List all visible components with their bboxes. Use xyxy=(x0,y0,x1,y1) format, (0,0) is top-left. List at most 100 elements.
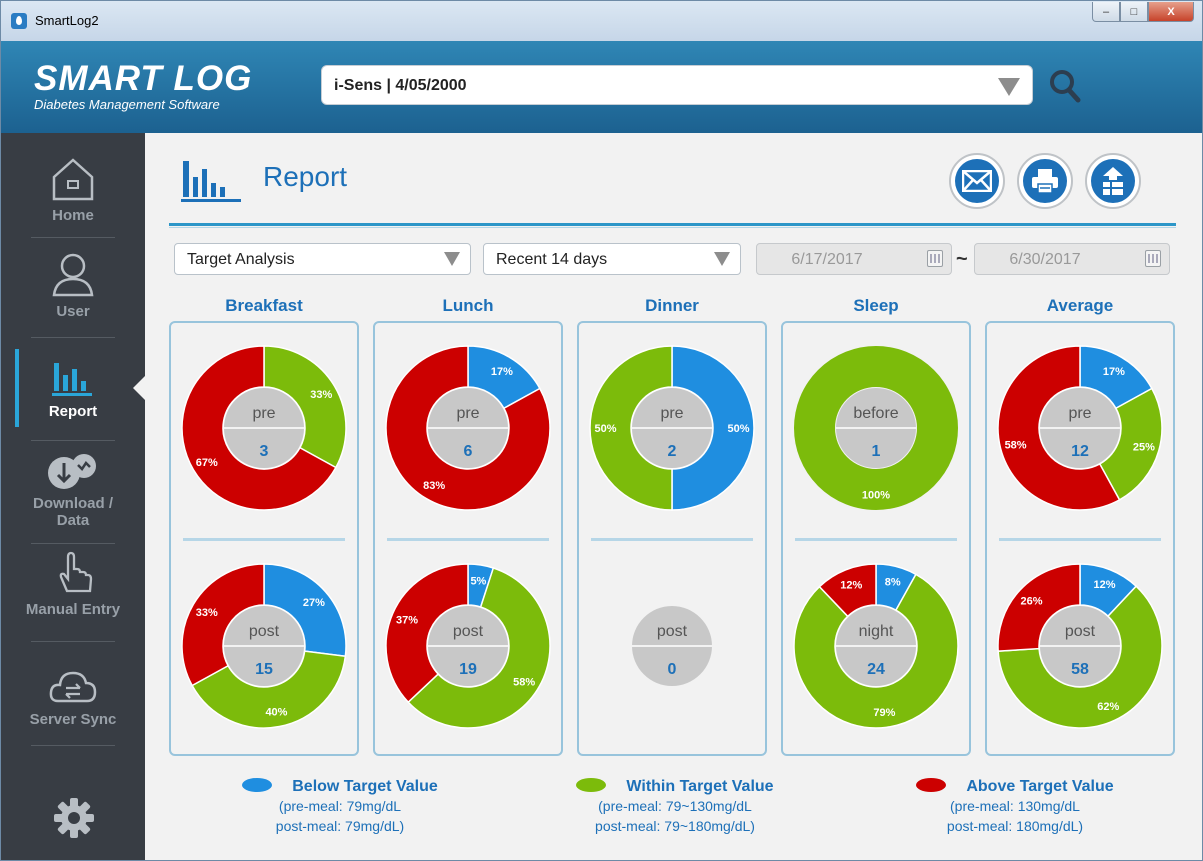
donut-chart[interactable]: 5% 58% 37% post 19 xyxy=(385,563,551,729)
app-logo-subtitle: Diabetes Management Software xyxy=(34,97,220,112)
donut-center-count: 24 xyxy=(867,661,885,678)
panel-divider xyxy=(999,538,1161,541)
panel-divider xyxy=(183,538,345,541)
donut-center-count: 58 xyxy=(1071,661,1089,678)
settings-gear-icon[interactable] xyxy=(53,797,95,839)
donut-chart[interactable]: 33% 67% pre 3 xyxy=(181,345,347,511)
donut-center-count: 19 xyxy=(459,661,477,678)
column-header-sleep: Sleep xyxy=(853,296,899,315)
donut-percent-label: 58% xyxy=(1005,440,1027,452)
export-button[interactable] xyxy=(1085,153,1141,209)
minimize-button[interactable]: – xyxy=(1092,2,1120,22)
donut-percent-label: 50% xyxy=(594,423,616,435)
sidebar: Home User Report Download / Data Manual … xyxy=(1,133,145,860)
window-title: SmartLog2 xyxy=(35,13,99,28)
close-button[interactable]: X xyxy=(1148,2,1194,22)
panel-dinner: 50% 50% pre 2 post 0 xyxy=(577,321,767,756)
donut-center-label: before xyxy=(853,405,898,422)
end-date-field[interactable]: 6/30/2017 xyxy=(974,243,1170,275)
report-icon xyxy=(52,363,92,396)
donut-chart[interactable]: 50% 50% pre 2 xyxy=(589,345,755,511)
sidebar-item-label: User xyxy=(56,303,90,320)
title-divider xyxy=(169,223,1176,226)
donut-percent-label: 50% xyxy=(727,423,749,435)
start-date-field[interactable]: 6/17/2017 xyxy=(756,243,952,275)
donut-percent-label: 67% xyxy=(196,457,218,469)
panel-lunch: 17% 83% pre 6 5% 58% 37% post 19 xyxy=(373,321,563,756)
period-select[interactable]: Recent 14 days xyxy=(483,243,741,275)
legend-swatch xyxy=(576,778,607,792)
email-button[interactable] xyxy=(949,153,1005,209)
sidebar-item-label: Report xyxy=(48,403,98,420)
calendar-icon[interactable] xyxy=(927,250,943,267)
sidebar-item-user[interactable]: User xyxy=(1,251,145,320)
chevron-down-icon[interactable] xyxy=(998,78,1020,96)
maximize-button[interactable]: □ xyxy=(1120,2,1148,22)
donut-center-label: night xyxy=(859,623,894,640)
panel-divider xyxy=(795,538,957,541)
donut-percent-label: 12% xyxy=(1093,579,1115,591)
donut-percent-label: 17% xyxy=(491,366,513,378)
donut-chart[interactable]: 8% 79% 12% night 24 xyxy=(793,563,959,729)
sidebar-divider xyxy=(31,543,115,544)
donut-chart[interactable]: 27% 40% 33% post 15 xyxy=(181,563,347,729)
analysis-type-select[interactable]: Target Analysis xyxy=(174,243,471,275)
donut-chart[interactable]: 17% 25% 58% pre 12 xyxy=(997,345,1163,511)
chevron-down-icon xyxy=(444,252,460,266)
donut-percent-label: 83% xyxy=(423,480,445,492)
column-header-breakfast: Breakfast xyxy=(225,296,303,315)
sidebar-item-label: Manual Entry xyxy=(25,601,121,618)
donut-percent-label: 5% xyxy=(470,575,486,587)
sidebar-item-download-data[interactable]: Download / Data xyxy=(1,451,145,529)
analysis-type-value: Target Analysis xyxy=(187,251,295,268)
donut-center-count: 0 xyxy=(668,661,677,678)
donut-percent-label: 17% xyxy=(1103,366,1125,378)
donut-percent-label: 33% xyxy=(196,607,218,619)
donut-center-label: pre xyxy=(456,405,479,422)
legend-title: Above Target Value xyxy=(966,778,1114,795)
donut-center-count: 12 xyxy=(1071,443,1089,460)
panel-divider xyxy=(591,538,753,541)
sidebar-item-server-sync[interactable]: Server Sync xyxy=(1,665,145,728)
sidebar-divider xyxy=(31,337,115,338)
donut-center-count: 1 xyxy=(872,443,881,460)
donut-percent-label: 62% xyxy=(1097,701,1119,713)
legend-line: post-meal: 180mg/dL) xyxy=(946,818,1084,834)
app-icon xyxy=(11,13,27,29)
donut-percent-label: 25% xyxy=(1133,442,1155,454)
donut-center-label: post xyxy=(657,623,688,640)
legend-swatch xyxy=(916,778,947,792)
panel-divider xyxy=(387,538,549,541)
sidebar-divider xyxy=(31,745,115,746)
donut-percent-label: 12% xyxy=(840,579,862,591)
donut-percent-label: 79% xyxy=(873,707,895,719)
donut-percent-label: 26% xyxy=(1021,595,1043,607)
home-icon xyxy=(52,158,94,201)
search-icon[interactable] xyxy=(1049,69,1081,103)
sidebar-item-report[interactable]: Report xyxy=(1,355,145,420)
print-button[interactable] xyxy=(1017,153,1073,209)
sidebar-item-home[interactable]: Home xyxy=(1,155,145,224)
legend-title: Within Target Value xyxy=(626,778,774,795)
donut-percent-label: 8% xyxy=(885,577,901,589)
donut-chart[interactable]: 17% 83% pre 6 xyxy=(385,345,551,511)
donut-percent-label: 33% xyxy=(310,389,332,401)
sidebar-item-manual-entry[interactable]: Manual Entry xyxy=(1,551,145,618)
title-bar: SmartLog2 – □ X xyxy=(1,1,1202,41)
donut-center-label: pre xyxy=(660,405,683,422)
donut-chart[interactable]: 100% before 1 xyxy=(793,345,959,511)
donut-center-label: post xyxy=(1065,623,1096,640)
sidebar-divider xyxy=(31,440,115,441)
end-date-value: 6/30/2017 xyxy=(1009,251,1081,268)
calendar-icon[interactable] xyxy=(1145,250,1161,267)
panel-sleep: 100% before 1 8% 79% 12% night 24 xyxy=(781,321,971,756)
start-date-value: 6/17/2017 xyxy=(791,251,863,268)
donut-chart[interactable]: 12% 62% 26% post 58 xyxy=(997,563,1163,729)
device-select[interactable]: i-Sens | 4/05/2000 xyxy=(321,65,1033,105)
legend-line: (pre-meal: 79mg/dL xyxy=(278,798,402,814)
device-select-value: i-Sens | 4/05/2000 xyxy=(334,77,467,94)
donut-chart[interactable]: post 0 xyxy=(589,563,755,729)
column-header-average: Average xyxy=(1046,296,1114,315)
download-data-icon xyxy=(48,454,96,489)
donut-center-count: 15 xyxy=(255,661,273,678)
